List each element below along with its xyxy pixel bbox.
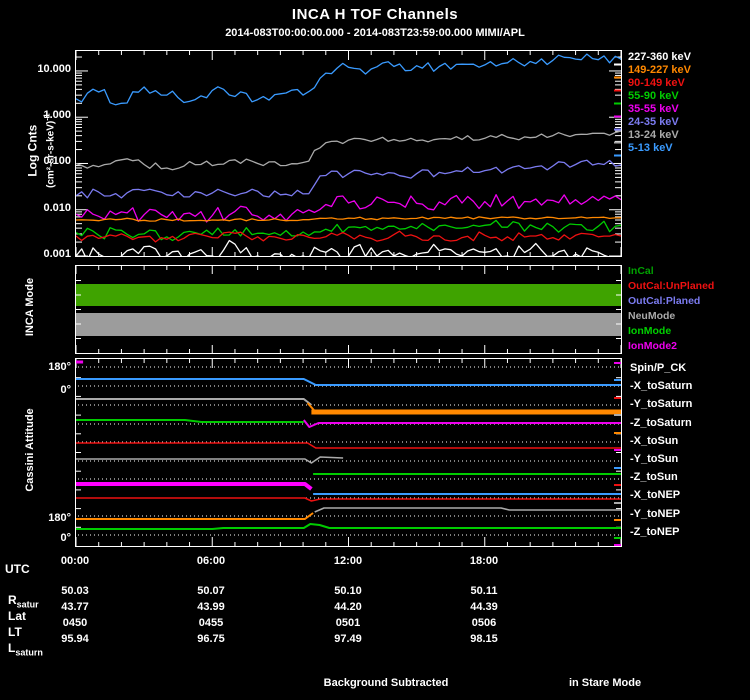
mode-ticks-canvas [76, 266, 621, 353]
attitude-legend-item--Y-toSun: -Y_toSun [630, 452, 679, 465]
flux-y-axis-label: Log Cnts (cm²-sr-s-keV)-1 [25, 47, 58, 255]
attitude-line-gray-c [314, 507, 621, 513]
inca-mode-legend: InCal OutCal:UnPlaned OutCal:Planed NeuMode… [628, 264, 714, 354]
mode-panel-label: INCA Mode [24, 277, 36, 337]
flux-plot-canvas [76, 51, 621, 256]
attitude-legend-item--Z-toSun: -Z_toSun [630, 471, 678, 484]
mode-legend-item-OutCal-UnPlaned: OutCal:UnPlaned [628, 280, 715, 292]
flux-y-axis-units: (cm²-sr-s-keV)-1 [39, 47, 58, 255]
mode-legend-item-IonMode2: IonMode2 [628, 340, 677, 352]
table-cell: 0506 [471, 617, 497, 629]
table-cell: 98.15 [470, 633, 498, 645]
utc-tick-label: 06:00 [196, 555, 226, 567]
attitude-line-red-b [76, 497, 621, 502]
mode-legend-item-NeuMode: NeuMode [628, 310, 676, 322]
table-cell: 44.20 [334, 601, 362, 613]
legend-item-35-55-keV: 35-55 keV [628, 103, 679, 115]
flux-ytick-label: 0.100 [43, 155, 71, 168]
attitude-line-green-c [76, 523, 621, 530]
table-cell: 0501 [335, 617, 361, 629]
utc-tick-label: 00:00 [60, 555, 90, 567]
attitude-line-gray-a [76, 398, 313, 406]
table-cell: 50.03 [61, 585, 89, 597]
legend-item-13-24-keV: 13-24 keV [628, 129, 679, 141]
attitude-plot-canvas [76, 359, 621, 546]
attitude-legend-item--X-toSaturn: -X_toSaturn [630, 380, 693, 393]
attitude-legend-item--X-toSun: -X_toSun [630, 434, 679, 447]
flux-ytick-label: 0.010 [43, 201, 71, 214]
table-row-label-Lat: Lat [8, 609, 26, 623]
attitude-line-gray-b [76, 456, 344, 464]
utc-axis-label: UTC [5, 562, 30, 576]
stare-mode-note: in Stare Mode [568, 677, 642, 689]
attitude-ytick-label: 180° [48, 512, 71, 524]
table-cell: 0450 [62, 617, 88, 629]
table-cell: 43.77 [61, 601, 89, 613]
utc-tick-label: 12:00 [333, 555, 363, 567]
attitude-legend-item--X-toNEP: -X_toNEP [630, 489, 681, 502]
energy-channel-legend: 227-360 keV 149-227 keV 90-149 keV 55-90 ke… [628, 51, 691, 155]
flux-trace-13-24-keV [76, 130, 621, 171]
legend-item-5-13-keV: 5-13 keV [628, 142, 673, 154]
flux-plot-panel [75, 50, 622, 257]
flux-ytick-label: 10.000 [37, 62, 71, 75]
attitude-line-magenta-a [303, 419, 621, 428]
attitude-legend-item--Y-toSaturn: -Y_toSaturn [630, 398, 693, 411]
legend-item-90-149-keV: 90-149 keV [628, 77, 685, 89]
mode-legend-item-OutCal-Planed: OutCal:Planed [628, 295, 701, 307]
table-row-label-L: Lsaturn [8, 641, 43, 658]
table-cell: 43.99 [197, 601, 225, 613]
flux-trace-149-227-keV [76, 216, 621, 222]
table-row-label-R: Rsatur [8, 593, 39, 610]
attitude-ytick-label: 0° [60, 384, 71, 396]
mode-legend-item-InCal: InCal [628, 265, 654, 277]
attitude-line-magenta-thick [76, 482, 313, 491]
time-range-subtitle: 2014-083T00:00:00.000 - 2014-083T23:59:0… [225, 27, 525, 39]
attitude-legend-item--Z-toNEP: -Z_toNEP [630, 525, 680, 538]
flux-trace-90-149-keV [76, 230, 621, 243]
utc-tick-label: 18:00 [469, 555, 499, 567]
flux-trace-5-13-keV [76, 53, 621, 106]
attitude-line-green-a [76, 419, 304, 423]
attitude-ytick-label: 180° [48, 361, 71, 373]
attitude-ytick-label: 0° [60, 532, 71, 544]
attitude-legend-item--Y-toNEP: -Y_toNEP [630, 507, 681, 520]
table-cell: 97.49 [334, 633, 362, 645]
cassini-attitude-panel [75, 358, 622, 547]
attitude-legend-item-Spin-P-CK: Spin/P_CK [630, 362, 687, 374]
legend-item-55-90-keV: 55-90 keV [628, 90, 679, 102]
mode-legend-item-IonMode: IonMode [628, 325, 672, 337]
flux-y-axis-label-text: Log Cnts [25, 124, 40, 177]
attitude-legend: Spin/P_CK -X_toSaturn -Y_toSaturn -Z_toSatu… [630, 359, 692, 541]
attitude-legend-item--Z-toSaturn: -Z_toSaturn [630, 416, 692, 429]
table-cell: 44.39 [470, 601, 498, 613]
table-cell: 50.11 [470, 585, 498, 597]
flux-trace-55-90-keV [76, 219, 621, 242]
table-cell: 0455 [198, 617, 224, 629]
flux-units-base: (cm²-sr-s-keV) [45, 120, 57, 188]
table-cell: 50.10 [334, 585, 362, 597]
legend-item-149-227-keV: 149-227 keV [628, 64, 691, 76]
background-subtracted-note: Background Subtracted [323, 677, 449, 689]
table-cell: 96.75 [197, 633, 225, 645]
flux-ytick-label: 1.000 [43, 109, 71, 122]
legend-item-24-35-keV: 24-35 keV [628, 116, 679, 128]
inca-tof-plot-screen: INCA H TOF Channels 2014-083T00:00:00.00… [0, 0, 750, 700]
attitude-line-red-a [76, 442, 621, 449]
page-title: INCA H TOF Channels [291, 6, 459, 23]
table-cell: 50.07 [197, 585, 225, 597]
inca-mode-panel [75, 265, 622, 354]
table-cell: 95.94 [61, 633, 89, 645]
legend-item-227-360-keV: 227-360 keV [628, 51, 691, 63]
attitude-line-blue-a [76, 378, 621, 386]
table-row-label-LT: LT [8, 625, 22, 639]
